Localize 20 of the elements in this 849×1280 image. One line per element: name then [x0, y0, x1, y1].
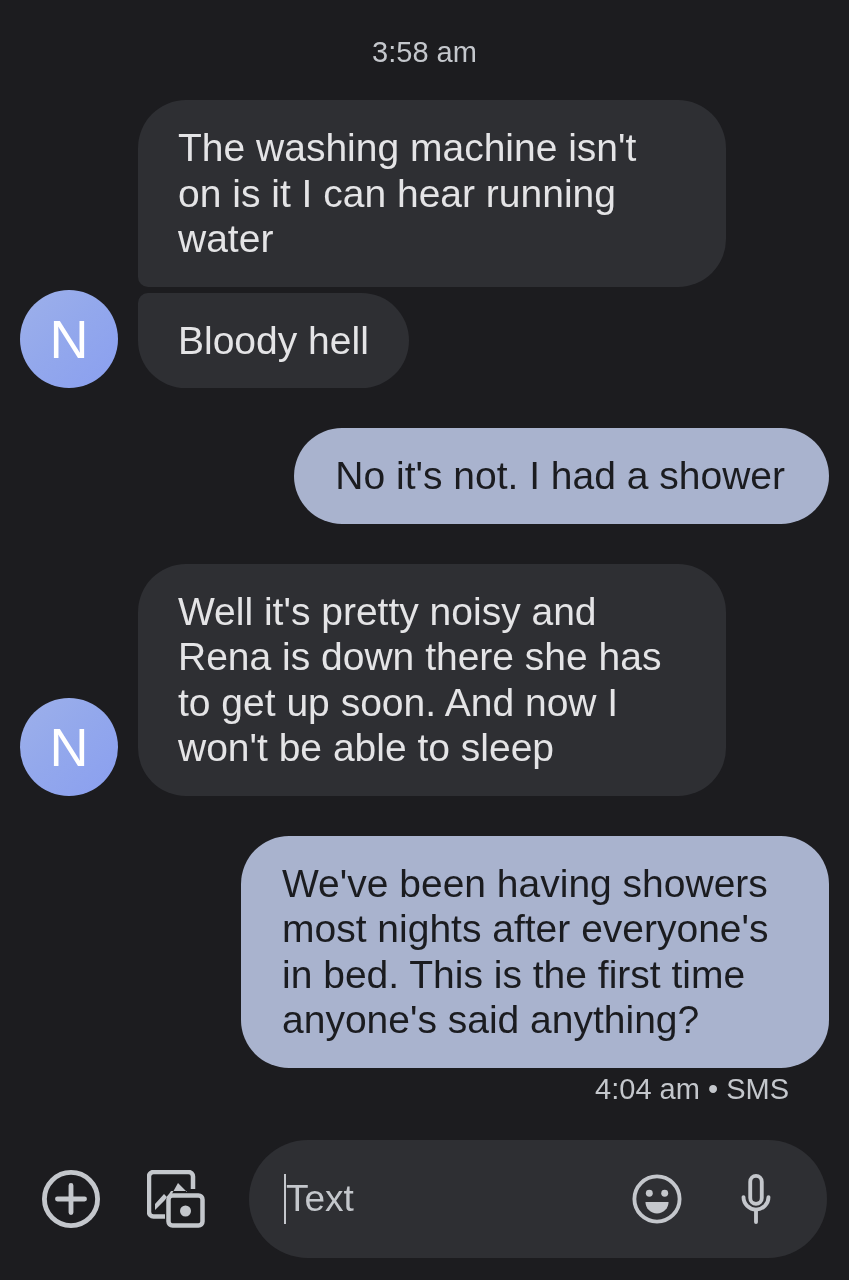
microphone-icon — [740, 1174, 772, 1224]
gallery-button[interactable] — [147, 1170, 205, 1228]
message-status: 4:04 am • SMS — [595, 1071, 789, 1106]
picture-camera-icon — [147, 1170, 205, 1228]
avatar-initial: N — [49, 312, 89, 366]
plus-circle-icon — [42, 1170, 100, 1228]
avatar-initial: N — [49, 719, 89, 774]
message-field[interactable]: Text — [249, 1140, 827, 1258]
incoming-message-bubble: Bloody hell — [138, 292, 409, 388]
incoming-message-bubble: Well it's pretty noisy and Rena is down there she has to get up soon. And now I won't be able to sleep — [138, 563, 726, 796]
message-input[interactable]: Text — [286, 1174, 632, 1224]
emoji-button[interactable] — [632, 1174, 682, 1224]
incoming-message-bubble: The washing machine isn't on is it I can hear running water — [138, 100, 726, 287]
outgoing-message-bubble: We've been having showers most nights after everyone's in bed. This is the first time anyone's said anything? — [241, 835, 829, 1068]
add-button[interactable] — [42, 1170, 100, 1228]
smiley-face-icon — [632, 1174, 682, 1224]
voice-input-button[interactable] — [740, 1174, 772, 1224]
timestamp: 3:58 am — [372, 35, 477, 69]
text-cursor — [284, 1174, 286, 1224]
outgoing-message-bubble: No it's not. I had a shower — [294, 428, 829, 524]
